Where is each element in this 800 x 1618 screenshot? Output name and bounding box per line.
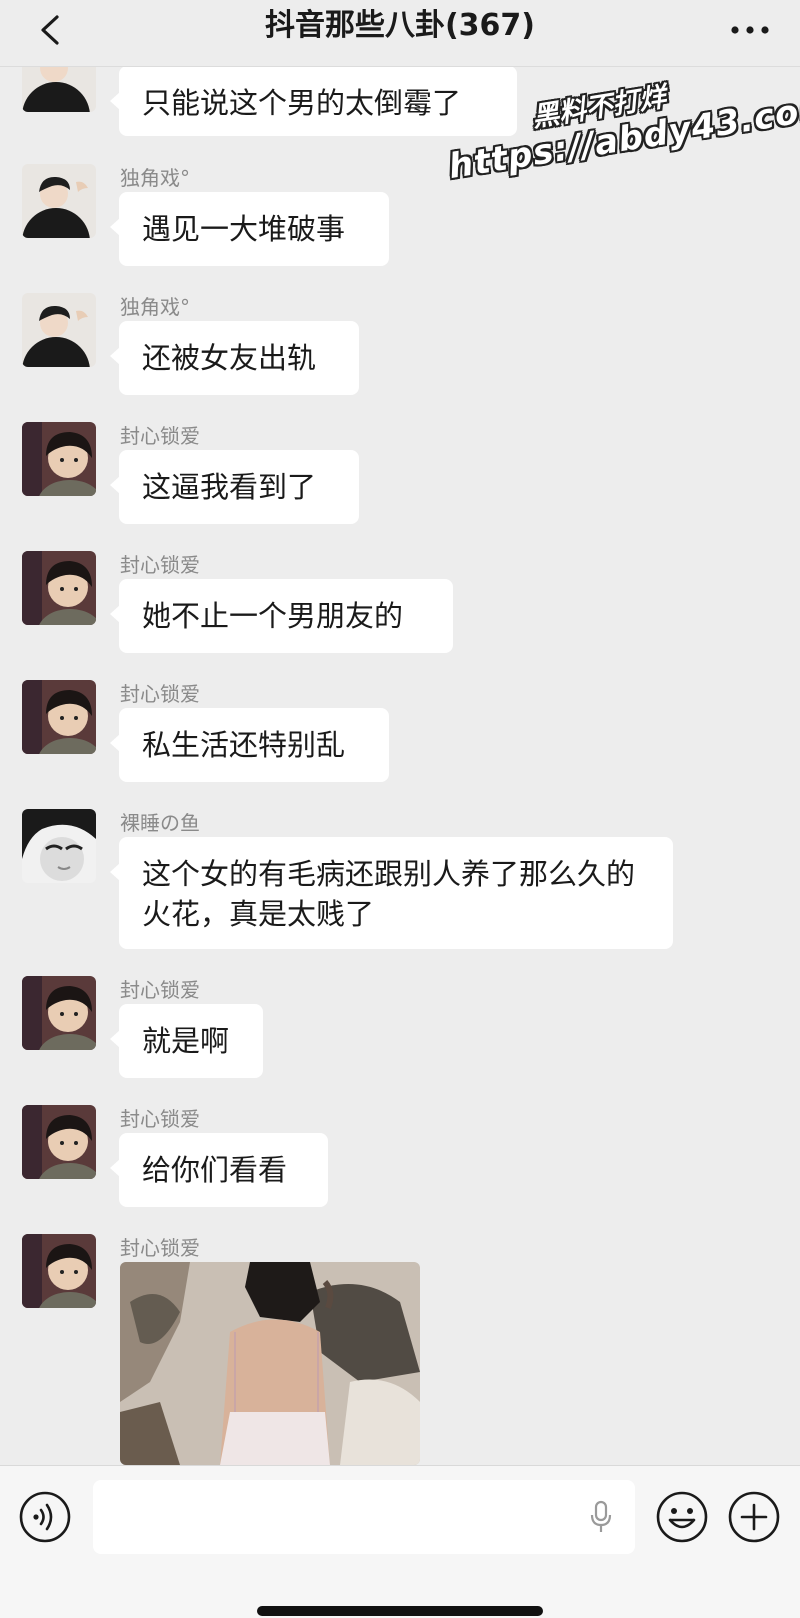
sender-name: 封心锁爱 [120, 1236, 200, 1260]
message-bubble[interactable]: 遇见一大堆破事 [110, 192, 389, 266]
voice-icon [19, 1491, 71, 1543]
avatar[interactable] [22, 809, 96, 883]
message-bubble[interactable]: 这逼我看到了 [110, 450, 359, 524]
sender-name: 独角戏° [120, 295, 190, 319]
chat-title: 抖音那些八卦(367) [264, 8, 536, 43]
emoji-icon [656, 1491, 708, 1543]
avatar[interactable] [22, 1105, 96, 1179]
more-dots-icon [731, 26, 769, 34]
message-bubble[interactable]: 给你们看看 [110, 1133, 328, 1207]
sender-name: 封心锁爱 [120, 682, 200, 706]
more-button[interactable] [726, 8, 774, 52]
chevron-left-icon [41, 15, 59, 45]
sender-name: 封心锁爱 [120, 553, 200, 577]
sender-name: 裸睡の鱼 [120, 811, 200, 835]
avatar[interactable] [22, 551, 96, 625]
message-bubble[interactable]: 她不止一个男朋友的 [110, 579, 453, 653]
avatar[interactable] [22, 422, 96, 496]
message-bubble[interactable]: 就是啊 [110, 1004, 263, 1078]
emoji-button[interactable] [655, 1490, 709, 1544]
avatar[interactable] [22, 1234, 96, 1308]
avatar[interactable] [22, 293, 96, 367]
message-bubble[interactable]: 这个女的有毛病还跟别人养了那么久的火花，真是太贱了 [110, 837, 673, 949]
home-indicator [257, 1606, 543, 1616]
plus-icon [728, 1491, 780, 1543]
input-bar [0, 1465, 800, 1618]
message-bubble[interactable]: 还被女友出轨 [110, 321, 359, 395]
sender-name: 封心锁爱 [120, 424, 200, 448]
voice-button[interactable] [18, 1490, 72, 1544]
sender-name: 封心锁爱 [120, 1107, 200, 1131]
sender-name: 独角戏° [120, 166, 190, 190]
avatar[interactable] [22, 976, 96, 1050]
sender-name: 封心锁爱 [120, 978, 200, 1002]
message-input[interactable] [93, 1480, 635, 1554]
image-attachment[interactable] [120, 1262, 420, 1465]
plus-button[interactable] [727, 1490, 781, 1544]
avatar[interactable] [22, 164, 96, 238]
message-bubble[interactable]: 私生活还特别乱 [110, 708, 389, 782]
microphone-icon[interactable] [589, 1500, 613, 1534]
back-button[interactable] [28, 8, 72, 52]
chat-header: 抖音那些八卦(367) [0, 0, 800, 67]
avatar[interactable] [22, 680, 96, 754]
